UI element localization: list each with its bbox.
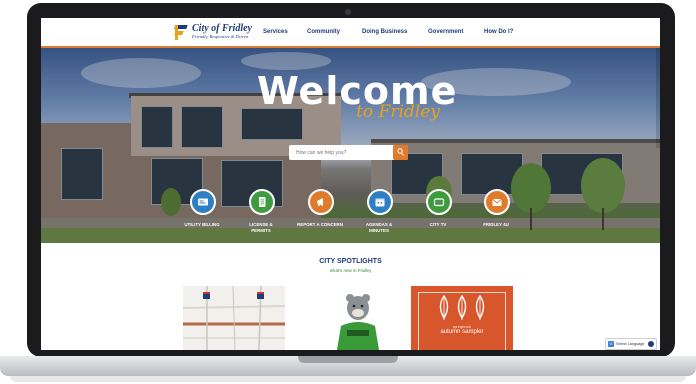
quick-link-label: CITY TV xyxy=(429,222,447,227)
mail-icon xyxy=(492,198,502,206)
quick-link-label: FRIDLEY 4U xyxy=(483,222,509,227)
megaphone-icon xyxy=(317,198,323,206)
quick-link-circle xyxy=(308,189,334,215)
site-header: City of Fridley Friendly, Responsive & D… xyxy=(41,18,660,48)
logo-tagline: Friendly, Responsive & Driven xyxy=(192,34,248,40)
quick-link-circle xyxy=(367,189,393,215)
tv-icon xyxy=(433,198,445,207)
quick-link-label: UTILITY BILLING xyxy=(184,222,220,227)
quick-link-circle xyxy=(190,189,216,215)
search-input[interactable] xyxy=(289,145,396,160)
spotlights-title: CITY SPOTLIGHTS xyxy=(319,258,382,265)
google-translate-icon: G xyxy=(608,341,614,347)
quick-link-label: LICENSE & PERMITS xyxy=(249,222,273,233)
map-image xyxy=(183,286,285,350)
fridley-logo-icon xyxy=(174,23,189,41)
nav-doing-business[interactable]: Doing Business xyxy=(362,29,407,35)
quick-link-label: REPORT A CONCERN xyxy=(297,222,343,227)
spotlight-card-mascot[interactable] xyxy=(317,286,399,350)
logo-name: City of Fridley xyxy=(192,23,252,35)
spotlight-card-map[interactable] xyxy=(183,286,285,350)
search-button[interactable] xyxy=(393,145,408,160)
spotlight-card-autumn-sampler[interactable]: springbrook autumn sampler xyxy=(411,286,513,350)
search-box xyxy=(289,145,408,160)
bill-icon xyxy=(198,198,208,206)
nav-how-do-i[interactable]: How Do I? xyxy=(484,29,513,35)
browser-viewport: City of Fridley Friendly, Responsive & D… xyxy=(41,18,660,350)
calendar-icon xyxy=(375,198,385,207)
quick-link-circle xyxy=(249,189,275,215)
nav-community[interactable]: Community xyxy=(307,29,340,35)
nav-government[interactable]: Government xyxy=(428,29,463,35)
laptop-shadow xyxy=(10,376,686,382)
search-icon xyxy=(397,148,404,156)
nav-services[interactable]: Services xyxy=(263,29,288,35)
document-icon xyxy=(259,197,266,207)
site-logo[interactable]: City of Fridley Friendly, Responsive & D… xyxy=(174,21,252,43)
chevron-down-icon xyxy=(648,341,654,347)
quick-link-circle xyxy=(426,189,452,215)
laptop-notch xyxy=(298,356,398,363)
webcam-icon xyxy=(345,9,351,15)
language-selector[interactable]: G Select Language xyxy=(605,338,657,350)
quick-link-circle xyxy=(484,189,510,215)
autumn-title: autumn sampler xyxy=(440,329,484,335)
scrollbar[interactable] xyxy=(656,48,660,148)
mascot-image xyxy=(337,294,379,350)
quick-link-label: AGENDAS & MINUTES xyxy=(365,222,393,233)
spotlights-subtitle: what's new in Fridley xyxy=(329,268,372,273)
language-label: Select Language xyxy=(616,341,645,346)
hero-subtitle: to Fridley xyxy=(356,102,440,122)
